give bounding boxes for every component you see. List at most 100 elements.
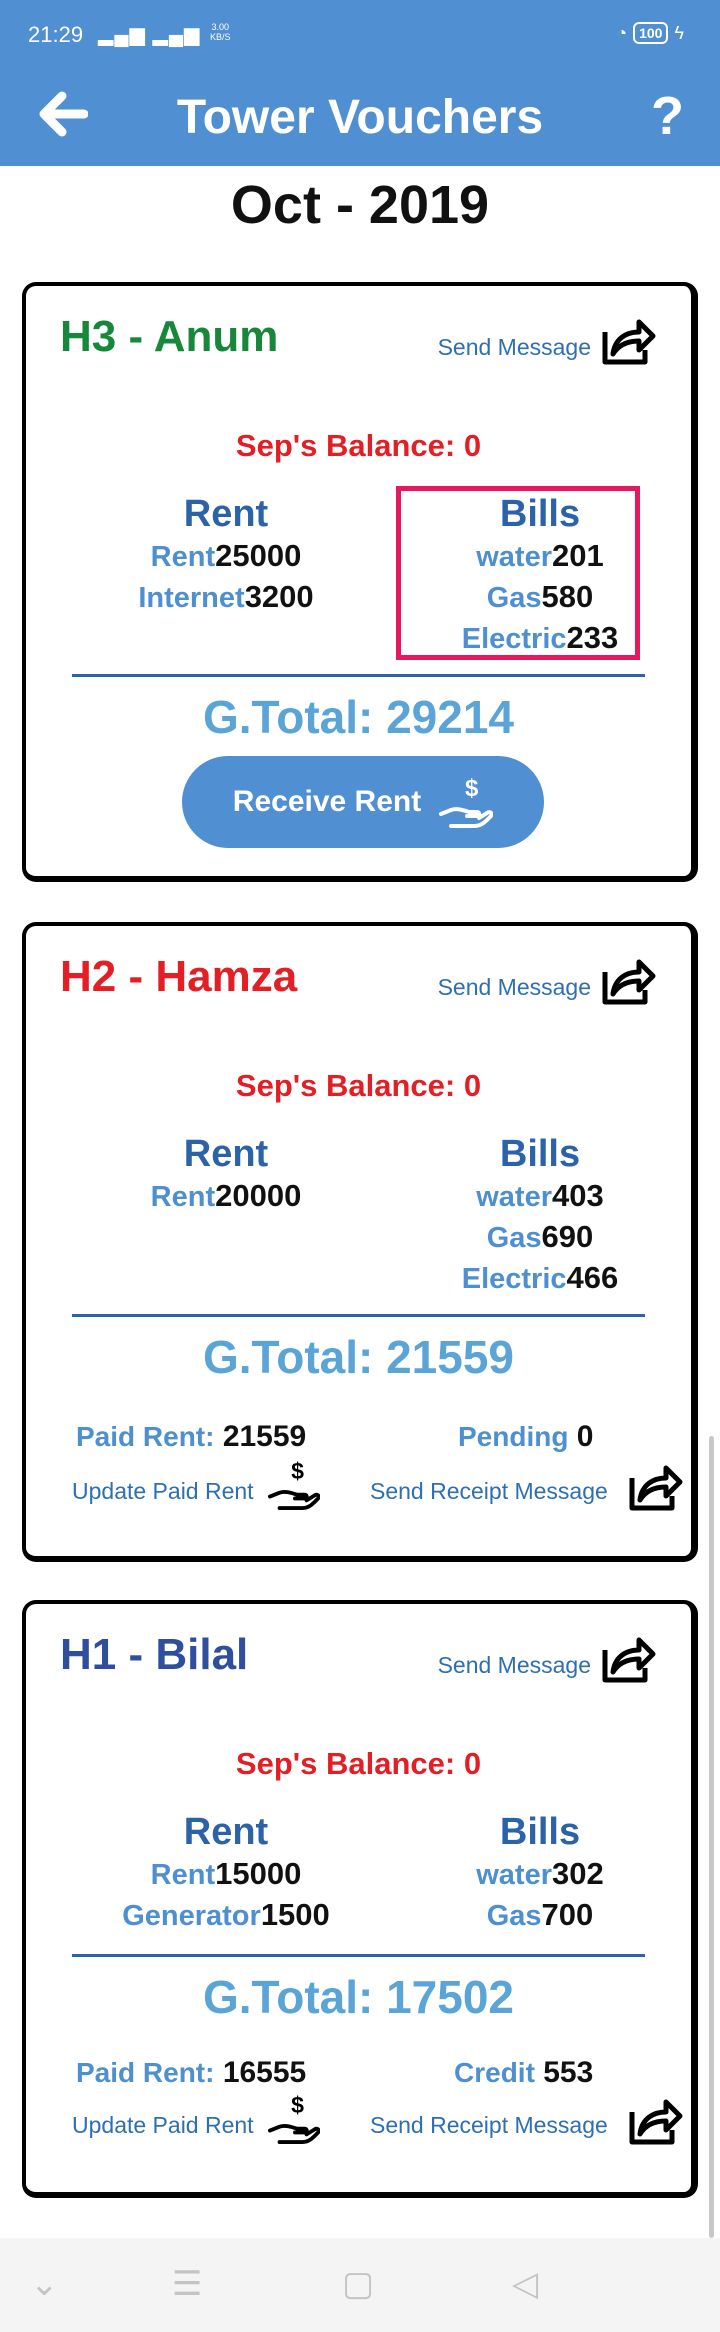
network-speed-unit: KB/S	[210, 32, 231, 42]
divider	[72, 1314, 645, 1317]
bill-row: Electric466	[390, 1258, 690, 1299]
receive-rent-button[interactable]: Receive Rent $	[182, 756, 544, 848]
svg-text:$: $	[291, 1458, 304, 1484]
chevron-down-icon[interactable]: ⌄	[30, 2264, 59, 2304]
menu-icon[interactable]: ☰	[172, 2264, 202, 2304]
month-heading: Oct - 2019	[230, 175, 490, 235]
rent-value: 1500	[260, 1897, 330, 1932]
update-paid-rent-link[interactable]: Update Paid Rent	[72, 1478, 254, 1505]
send-receipt-message-link[interactable]: Send Receipt Message	[370, 1478, 608, 1505]
rent-column: Rent Rent20000	[76, 1132, 376, 1217]
back-icon[interactable]: ◁	[512, 2264, 538, 2304]
send-message-link[interactable]: Send Message	[438, 974, 591, 1001]
help-button[interactable]: ?	[651, 86, 684, 146]
bill-value: 690	[541, 1219, 594, 1254]
bill-value: 403	[552, 1178, 604, 1213]
grand-total: G.Total: 29214	[202, 691, 515, 743]
paid-rent-label: Paid Rent:	[76, 1421, 215, 1452]
charging-icon: ϟ	[674, 22, 684, 43]
share-icon[interactable]	[626, 1460, 684, 1514]
share-icon[interactable]	[599, 1632, 657, 1686]
pending-amount: Pending 0	[458, 1420, 593, 1454]
rent-column: Rent Rent15000 Generator1500	[76, 1810, 376, 1936]
bill-label: water	[476, 1859, 553, 1891]
home-icon[interactable]: ▢	[342, 2264, 374, 2304]
status-time: 21:29	[28, 22, 84, 47]
app-bar: Tower Vouchers ?	[0, 68, 720, 166]
previous-balance: Sep's Balance: 0	[235, 1746, 482, 1781]
rent-row: Rent20000	[76, 1176, 376, 1217]
rent-column: Rent Rent25000 Internet3200	[76, 492, 376, 618]
bills-heading: Bills	[499, 1811, 581, 1853]
tenant-name: H1 - Bilal	[60, 1630, 249, 1679]
system-nav-bar: ⌄ ☰ ▢ ◁	[0, 2238, 720, 2332]
rent-label: Rent	[150, 541, 216, 573]
paid-rent: Paid Rent: 21559	[76, 1420, 306, 1454]
bill-value: 302	[552, 1856, 604, 1891]
bill-label: water	[476, 1181, 553, 1213]
alarm-icon: ◔	[616, 22, 628, 43]
bills-heading: Bills	[499, 1133, 581, 1175]
battery-area: ◔ 100 ϟ	[616, 22, 684, 44]
tenant-name: H2 - Hamza	[60, 952, 298, 1001]
share-icon[interactable]	[599, 314, 657, 368]
bill-row: water302	[390, 1854, 690, 1895]
rent-heading: Rent	[183, 493, 269, 535]
paid-rent-value: 16555	[222, 2056, 307, 2089]
paid-rent: Paid Rent: 16555	[76, 2056, 306, 2090]
bills-highlight-box	[396, 486, 640, 660]
money-hand-icon[interactable]: $	[268, 2092, 320, 2146]
share-icon[interactable]	[599, 954, 657, 1008]
rent-row: Rent25000	[76, 536, 376, 577]
bill-label: Electric	[461, 1263, 567, 1295]
send-message-link[interactable]: Send Message	[438, 1652, 591, 1679]
bill-label: Gas	[486, 1222, 542, 1254]
grand-total: G.Total: 17502	[202, 1971, 515, 2023]
page-title: Tower Vouchers	[176, 91, 544, 144]
rent-row: Generator1500	[76, 1895, 376, 1936]
rent-heading: Rent	[183, 1811, 269, 1853]
previous-balance: Sep's Balance: 0	[235, 428, 482, 463]
money-hand-icon: $	[439, 775, 494, 828]
rent-heading: Rent	[183, 1133, 269, 1175]
rent-row: Rent15000	[76, 1854, 376, 1895]
rent-label: Generator	[122, 1900, 261, 1932]
share-icon[interactable]	[626, 2094, 684, 2148]
send-receipt-message-link[interactable]: Send Receipt Message	[370, 2112, 608, 2139]
credit-label: Credit	[454, 2057, 535, 2088]
rent-value: 20000	[215, 1178, 302, 1213]
paid-rent-value: 21559	[222, 1420, 307, 1453]
update-paid-rent-link[interactable]: Update Paid Rent	[72, 2112, 254, 2139]
rent-label: Rent	[150, 1859, 216, 1891]
receive-rent-label: Receive Rent	[232, 785, 422, 818]
network-speed-value: 3.00	[211, 22, 230, 32]
bill-label: Gas	[486, 1900, 542, 1932]
bill-row: Gas690	[390, 1217, 690, 1258]
network-speed: 3.00 KB/S	[210, 22, 231, 42]
send-message-link[interactable]: Send Message	[438, 334, 591, 361]
rent-label: Rent	[150, 1181, 216, 1213]
paid-rent-label: Paid Rent:	[76, 2057, 215, 2088]
grand-total: G.Total: 21559	[202, 1331, 515, 1383]
pending-label: Pending	[458, 1421, 569, 1452]
divider	[72, 1954, 645, 1957]
svg-text:$: $	[465, 775, 479, 802]
divider	[72, 674, 645, 677]
battery-level: 100	[633, 22, 669, 44]
bill-row: water403	[390, 1176, 690, 1217]
tenant-card-h3: H3 - Anum Send Message Sep's Balance: 0 …	[22, 282, 698, 882]
tenant-card-h1: H1 - Bilal Send Message Sep's Balance: 0…	[22, 1600, 698, 2198]
rent-label: Internet	[138, 582, 245, 614]
bill-value: 700	[541, 1897, 594, 1932]
previous-balance: Sep's Balance: 0	[235, 1068, 482, 1103]
money-hand-icon[interactable]: $	[268, 1458, 320, 1512]
scrollbar[interactable]	[709, 1436, 714, 2238]
svg-text:$: $	[291, 2092, 304, 2118]
bills-column: Bills water302 Gas700	[390, 1810, 690, 1936]
bills-column: Bills water403 Gas690 Electric466	[390, 1132, 690, 1299]
status-bar: 21:29 ▂▄▆ ▂▄▆ 3.00 KB/S ◔ 100 ϟ	[0, 0, 720, 68]
tenant-name: H3 - Anum	[60, 312, 279, 361]
rent-value: 25000	[215, 538, 302, 573]
tenant-card-h2: H2 - Hamza Send Message Sep's Balance: 0…	[22, 922, 698, 1562]
credit-amount: Credit 553	[454, 2056, 593, 2090]
